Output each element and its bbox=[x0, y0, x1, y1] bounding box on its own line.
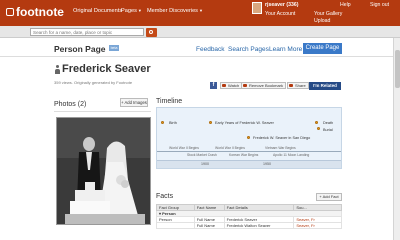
add-icon: + bbox=[319, 194, 322, 199]
watch-button[interactable]: Watch bbox=[220, 82, 243, 89]
timeline-title: Timeline bbox=[156, 98, 183, 105]
vertical-scrollbar[interactable] bbox=[393, 38, 400, 240]
eye-icon bbox=[222, 84, 226, 87]
add-images-label: Add Images bbox=[124, 100, 147, 105]
chevron-down-icon: ▼ bbox=[137, 8, 142, 13]
photos-title: Photos (2) bbox=[54, 101, 87, 108]
timeline-event-burial[interactable]: Burial bbox=[323, 128, 333, 132]
user-name[interactable]: rjseaver (336) bbox=[265, 2, 298, 8]
fact-source-cell[interactable]: Seaver, Fr bbox=[293, 222, 342, 229]
help-link[interactable]: Help bbox=[340, 2, 351, 8]
person-icon bbox=[54, 65, 61, 75]
search-input[interactable] bbox=[30, 28, 144, 36]
search-button[interactable] bbox=[146, 27, 157, 37]
world-event: Korean War Begins bbox=[229, 153, 259, 157]
divider bbox=[54, 111, 151, 112]
page-title: Person Page bbox=[54, 44, 106, 54]
timeline-event-marker[interactable] bbox=[247, 136, 250, 139]
collapse-icon[interactable]: ▾ bbox=[159, 212, 161, 216]
create-page-button[interactable]: Create Page bbox=[303, 43, 342, 54]
timeline-event-marker[interactable] bbox=[315, 121, 318, 124]
im-related-button[interactable]: I'm Related bbox=[309, 82, 341, 90]
world-event: Vietnam War Begins bbox=[265, 146, 296, 150]
add-icon: + bbox=[121, 100, 124, 105]
add-fact-label: Add Fact bbox=[322, 194, 339, 199]
search-bar bbox=[0, 26, 400, 38]
nav-member-discoveries[interactable]: Member Discoveries▼ bbox=[147, 8, 203, 14]
search-icon bbox=[149, 29, 153, 34]
timeline[interactable]: Birth Early Years of Frederick W. Seaver… bbox=[156, 107, 342, 169]
world-event: World War II Begins bbox=[215, 146, 245, 150]
sign-out-link[interactable]: Sign out bbox=[370, 2, 389, 8]
nav-original-documents[interactable]: Original Documents bbox=[73, 8, 122, 14]
timeline-event-marker[interactable] bbox=[317, 127, 320, 130]
chevron-down-icon: ▼ bbox=[198, 8, 203, 13]
nav-pages[interactable]: Pages▼ bbox=[121, 8, 142, 14]
facebook-icon[interactable]: f bbox=[210, 82, 217, 89]
facts-title: Facts bbox=[156, 193, 174, 200]
your-gallery-link[interactable]: Your Gallery bbox=[314, 11, 342, 17]
scrollbar-thumb[interactable] bbox=[395, 50, 400, 88]
beta-badge: beta bbox=[109, 45, 119, 51]
fact-detail-cell: Frederick Walton Seaver bbox=[223, 222, 295, 229]
top-navigation-bar: footnote Original Documents Pages▼ Membe… bbox=[0, 0, 400, 26]
your-account-link[interactable]: Your Account bbox=[265, 11, 295, 17]
remove-bookmark-button[interactable]: Remove Bookmark bbox=[241, 82, 287, 89]
search-pages-link[interactable]: Search Pages bbox=[228, 46, 269, 53]
footnote-logo[interactable]: footnote bbox=[6, 5, 64, 19]
wedding-photo[interactable] bbox=[56, 117, 151, 225]
timeline-event-marker[interactable] bbox=[209, 121, 212, 124]
add-fact-button[interactable]: + Add Fact bbox=[316, 193, 342, 201]
nav-pages-label: Pages bbox=[121, 8, 137, 14]
page-header: Person Page beta Feedback Search Pages L… bbox=[0, 43, 400, 57]
person-name: Frederick Seaver bbox=[62, 63, 151, 75]
table-row[interactable]: Full Name Frederick Walton Seaver Seaver… bbox=[156, 222, 342, 229]
feedback-link[interactable]: Feedback bbox=[196, 46, 225, 53]
fact-group-name: Person bbox=[162, 211, 176, 216]
world-event: Apollo 11 Moon Landing bbox=[273, 153, 310, 157]
remove-bookmark-label: Remove Bookmark bbox=[249, 83, 284, 88]
fact-group-cell bbox=[156, 222, 195, 229]
add-images-button[interactable]: + Add Images bbox=[120, 98, 148, 107]
watch-label: Watch bbox=[228, 83, 240, 88]
timeline-scale[interactable]: 1900 1950 bbox=[157, 160, 341, 168]
avatar[interactable] bbox=[252, 2, 262, 14]
share-label: Share bbox=[295, 83, 306, 88]
person-page: footnote Original Documents Pages▼ Membe… bbox=[0, 0, 400, 240]
timeline-event-death[interactable]: Death bbox=[323, 121, 333, 125]
timeline-event-early-years[interactable]: Early Years of Frederick W. Seaver bbox=[215, 121, 274, 125]
fact-name-cell: Full Name bbox=[193, 222, 225, 229]
timeline-axis bbox=[157, 151, 341, 152]
timeline-year-label: 1950 bbox=[263, 162, 271, 166]
bookmark-icon bbox=[243, 84, 247, 87]
timeline-year-label: 1900 bbox=[201, 162, 209, 166]
person-subtitle: 359 views. Originally generated by Footn… bbox=[54, 80, 133, 85]
learn-more-link[interactable]: Learn More bbox=[269, 46, 302, 53]
wedding-photo-image bbox=[57, 118, 150, 224]
timeline-event-san-diego[interactable]: Frederick W. Seaver in San Diego bbox=[253, 136, 310, 140]
timeline-event-marker[interactable] bbox=[161, 121, 164, 124]
facts-table: Fact Group Fact Name Fact Details Sou...… bbox=[156, 204, 342, 229]
nav-member-discoveries-label: Member Discoveries bbox=[147, 8, 198, 14]
share-button[interactable]: Share bbox=[287, 82, 309, 89]
upload-link[interactable]: Upload bbox=[314, 18, 330, 24]
logo-mark-icon bbox=[6, 8, 14, 16]
share-icon bbox=[289, 84, 293, 87]
logo-text: footnote bbox=[16, 5, 64, 19]
timeline-event-birth[interactable]: Birth bbox=[169, 121, 177, 125]
world-event: World War II Begins bbox=[169, 146, 199, 150]
world-event: Stock Market Crash bbox=[187, 153, 217, 157]
